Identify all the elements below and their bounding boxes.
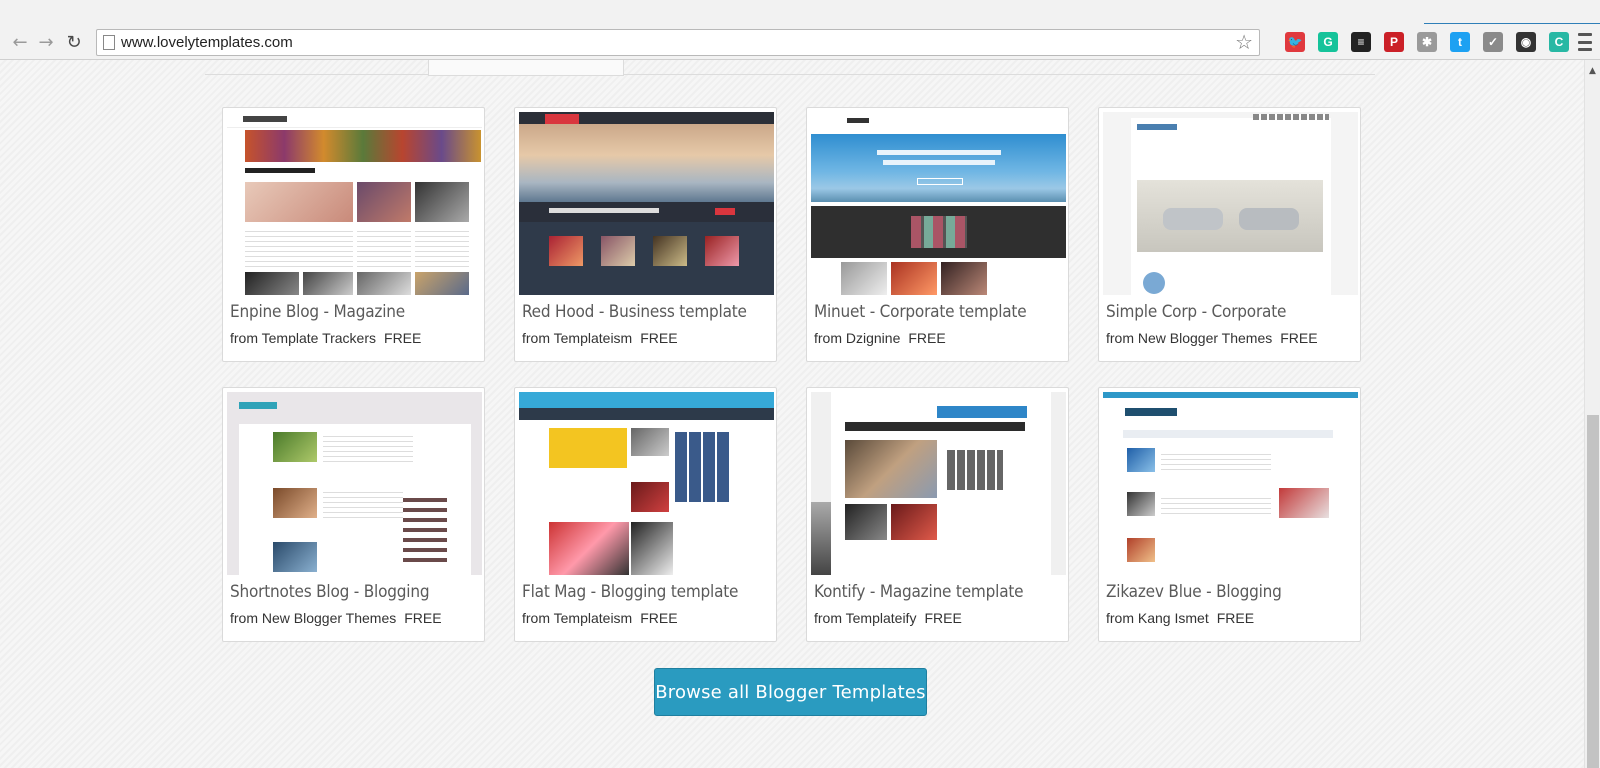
template-title[interactable]: Shortnotes Blog - Blogging [230,582,430,602]
checkmark-icon[interactable]: ✓ [1483,32,1503,52]
template-author: from Template Trackers [230,330,377,346]
address-bar[interactable]: www.lovelytemplates.com ☆ [96,29,1260,56]
template-thumbnail[interactable] [519,112,774,295]
template-card-zikazev-blue[interactable]: Zikazev Blue - Blogging from Kang Ismet F… [1098,387,1361,642]
browse-all-templates-button[interactable]: Browse all Blogger Templates [654,668,927,716]
template-card-kontify[interactable]: Kontify - Magazine template from Templat… [806,387,1069,642]
template-card-shortnotes[interactable]: Shortnotes Blog - Blogging from New Blog… [222,387,485,642]
browser-toolbar: ← → ↻ www.lovelytemplates.com ☆ 🐦 G ≡ P ✱ t ✓ ◉… [0,0,1600,60]
template-source: from Template Trackers FREE [230,330,421,346]
template-thumbnail[interactable] [811,112,1066,295]
template-title[interactable]: Enpine Blog - Magazine [230,302,405,322]
price-label: FREE [384,330,422,346]
template-author: from Templateism [522,610,633,626]
template-thumbnail[interactable] [811,392,1066,575]
template-card-red-hood[interactable]: Red Hood - Business template from Templa… [514,107,777,362]
forward-arrow-icon[interactable]: → [34,30,58,54]
c-extension-icon[interactable]: C [1549,32,1569,52]
template-title[interactable]: Red Hood - Business template [522,302,747,322]
url-text[interactable]: www.lovelytemplates.com [121,34,293,51]
pinterest-icon[interactable]: P [1384,32,1404,52]
template-thumbnail[interactable] [227,112,482,295]
template-title[interactable]: Flat Mag - Blogging template [522,582,738,602]
tab-strip-line [1424,23,1600,24]
template-card-simple-corp[interactable]: Simple Corp - Corporate from New Blogger… [1098,107,1361,362]
buffer-icon[interactable]: ≡ [1351,32,1371,52]
price-label: FREE [640,610,678,626]
page-content: Enpine Blog - Magazine from Template Tra… [0,60,1584,768]
section-tab[interactable] [428,60,624,76]
template-card-enpine[interactable]: Enpine Blog - Magazine from Template Tra… [222,107,485,362]
reload-icon[interactable]: ↻ [62,30,86,54]
template-source: from Templateism FREE [522,610,678,626]
price-label: FREE [1216,610,1255,626]
twitter-square-icon[interactable]: t [1450,32,1470,52]
template-title[interactable]: Kontify - Magazine template [814,582,1024,602]
price-label: FREE [924,610,962,626]
bookmark-star-icon[interactable]: ☆ [1235,30,1253,54]
template-thumbnail[interactable] [227,392,482,575]
template-author: from Dzignine [814,330,901,346]
price-label: FREE [640,330,678,346]
template-source: from New Blogger Themes FREE [1106,330,1318,346]
price-label: FREE [908,330,946,346]
browser-menu-icon[interactable] [1578,33,1592,51]
template-author: from New Blogger Themes [1106,330,1273,346]
template-thumbnail[interactable] [1103,112,1358,295]
page-icon [103,35,115,50]
template-thumbnail[interactable] [1103,392,1358,575]
template-title[interactable]: Zikazev Blue - Blogging [1106,582,1282,602]
template-source: from Dzignine FREE [814,330,946,346]
section-divider [205,74,1375,75]
template-thumbnail[interactable] [519,392,774,575]
template-source: from New Blogger Themes FREE [230,610,442,626]
template-author: from Kang Ismet [1106,610,1209,626]
scroll-up-arrow-icon[interactable]: ▲ [1589,66,1596,76]
template-title[interactable]: Simple Corp - Corporate [1106,302,1286,322]
grammarly-icon[interactable]: G [1318,32,1338,52]
twitter-bird-icon[interactable]: 🐦 [1285,32,1305,52]
template-author: from Templateism [522,330,633,346]
template-card-flat-mag[interactable]: Flat Mag - Blogging template from Templa… [514,387,777,642]
color-wheel-icon[interactable]: ◉ [1516,32,1536,52]
template-source: from Kang Ismet FREE [1106,610,1254,626]
price-label: FREE [404,610,442,626]
template-card-minuet[interactable]: Minuet - Corporate template from Dzignin… [806,107,1069,362]
template-source: from Templateism FREE [522,330,678,346]
template-author: from New Blogger Themes [230,610,397,626]
puzzle-extension-icon[interactable]: ✱ [1417,32,1437,52]
price-label: FREE [1280,330,1318,346]
template-source: from Templateify FREE [814,610,962,626]
back-arrow-icon[interactable]: ← [8,30,32,54]
template-title[interactable]: Minuet - Corporate template [814,302,1027,322]
scrollbar-thumb[interactable] [1587,415,1599,768]
template-author: from Templateify [814,610,917,626]
vertical-scrollbar[interactable]: ▲ [1584,60,1600,768]
